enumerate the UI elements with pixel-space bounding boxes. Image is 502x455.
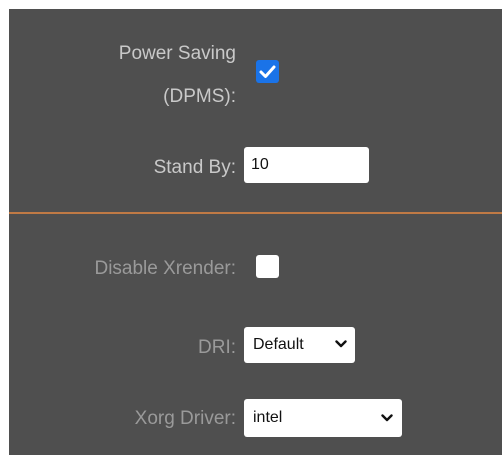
- xorg-driver-select[interactable]: intel: [244, 399, 402, 437]
- check-icon: [259, 65, 276, 78]
- xorg-driver-label: Xorg Driver:: [134, 408, 236, 429]
- chevron-down-icon: [381, 414, 393, 422]
- settings-panel: Power Saving (DPMS): Stand By: 10 Disabl…: [9, 9, 502, 455]
- power-saving-label-line1: Power Saving: [118, 43, 236, 64]
- dri-selected-value: Default: [253, 336, 304, 353]
- section-divider: [9, 212, 502, 214]
- power-saving-checkbox[interactable]: [256, 60, 279, 83]
- dri-label: DRI:: [198, 337, 236, 358]
- stand-by-label: Stand By:: [153, 157, 236, 178]
- xorg-driver-selected-value: intel: [253, 409, 283, 426]
- power-saving-label-line2: (DPMS):: [163, 86, 236, 107]
- dri-select[interactable]: Default: [244, 327, 355, 363]
- disable-xrender-label: Disable Xrender:: [94, 258, 236, 279]
- disable-xrender-checkbox[interactable]: [256, 255, 279, 278]
- chevron-down-icon: [335, 340, 347, 348]
- stand-by-input[interactable]: 10: [244, 147, 369, 183]
